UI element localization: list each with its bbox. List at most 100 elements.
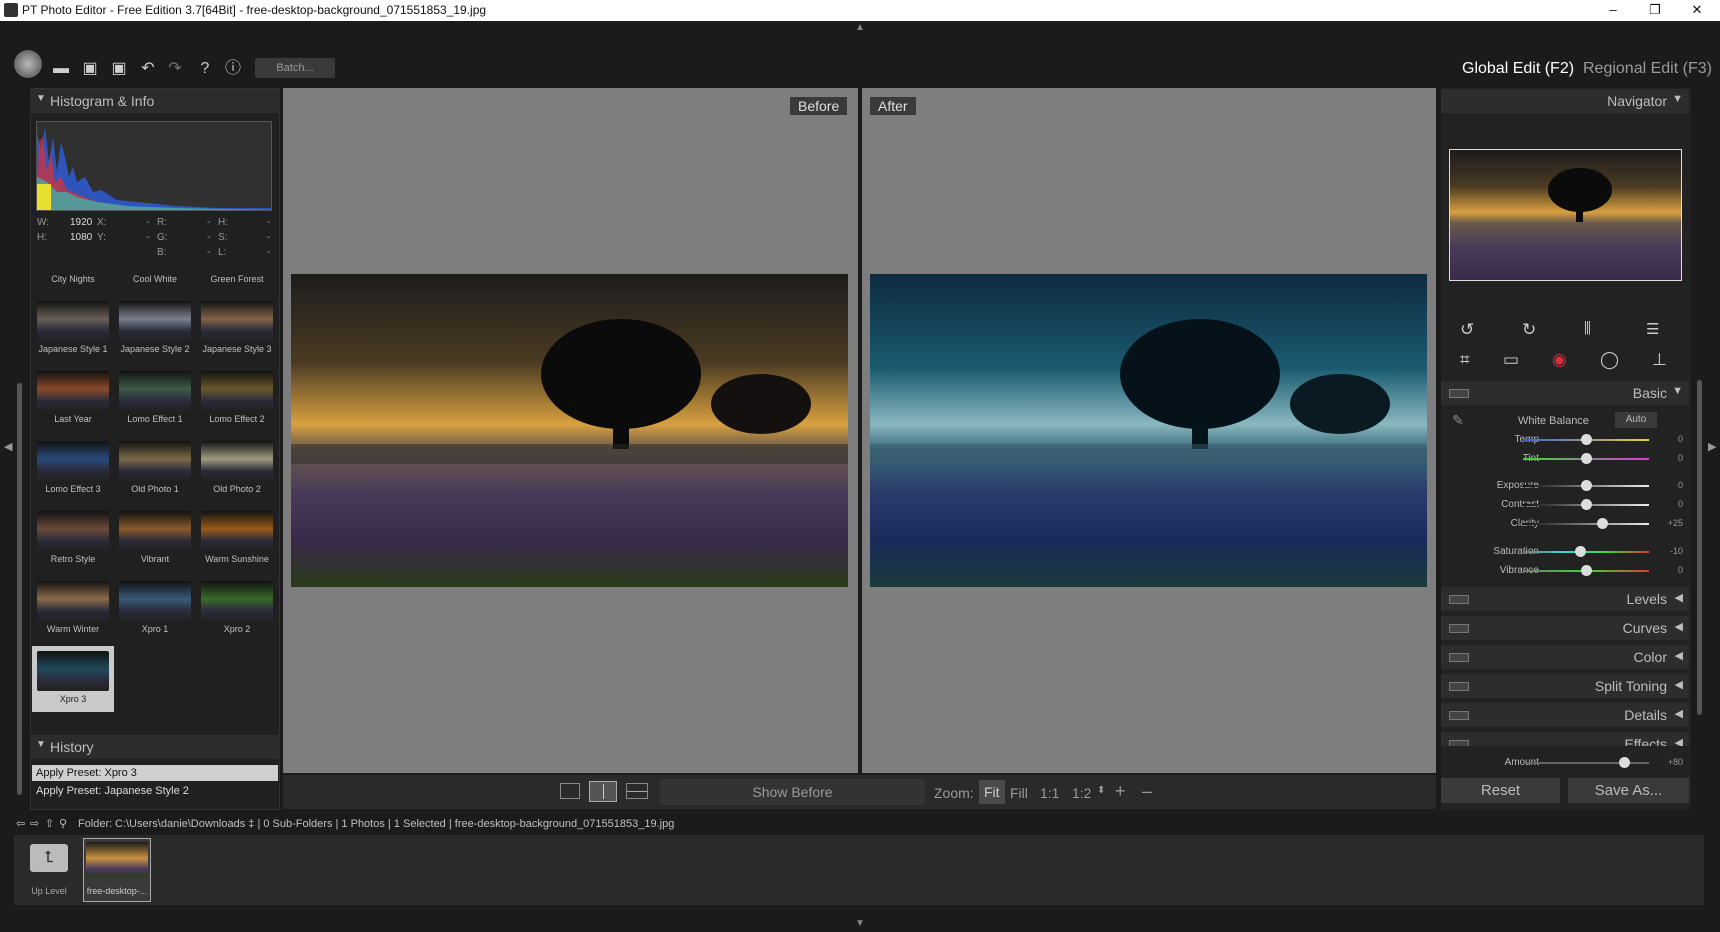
split-view-icon[interactable] (589, 781, 617, 802)
redo-icon[interactable]: ↷ (164, 58, 186, 80)
minimize-button[interactable]: – (1590, 0, 1636, 21)
flip-vertical-icon[interactable]: ☰ (1646, 320, 1659, 338)
zoom-1-1-button[interactable]: 1:1 (1040, 785, 1059, 801)
amount-track[interactable] (1523, 762, 1649, 764)
slider-knob[interactable] (1596, 518, 1608, 529)
single-view-icon[interactable] (560, 783, 580, 799)
collapse-left-icon[interactable]: ◀ (4, 440, 12, 453)
stacked-view-icon[interactable] (626, 783, 648, 799)
red-eye-icon[interactable]: ◉ (1552, 350, 1567, 370)
slider-temp[interactable]: Temp0 (1441, 431, 1689, 449)
rotate-right-icon[interactable]: ↻ (1522, 320, 1536, 340)
flip-horizontal-icon[interactable]: ⫼ (1584, 320, 1591, 337)
preset-item[interactable]: Warm Winter (32, 576, 114, 642)
vignette-icon[interactable]: ◯ (1600, 350, 1619, 370)
save-as-icon[interactable]: ▣ (108, 58, 130, 80)
batch-button[interactable]: Batch... (255, 58, 335, 78)
preset-item[interactable]: Japanese Style 3 (196, 296, 278, 362)
show-before-button[interactable]: Show Before (660, 779, 925, 805)
section-toggle[interactable] (1449, 740, 1469, 746)
preset-item[interactable]: Green Forest (196, 270, 278, 292)
preset-item[interactable]: Cool White (114, 270, 196, 292)
slider-clarity[interactable]: Clarity+25 (1441, 515, 1689, 533)
effects-amount-slider[interactable]: Amount +80 (1441, 754, 1689, 772)
save-as-button[interactable]: Save As... (1568, 778, 1689, 803)
preset-item[interactable]: Last Year (32, 366, 114, 432)
zoom-out-button[interactable]: – (1142, 781, 1152, 802)
rotate-left-icon[interactable]: ↺ (1460, 320, 1474, 340)
preset-item[interactable]: Japanese Style 1 (32, 296, 114, 362)
slider-knob[interactable] (1574, 546, 1586, 557)
preset-item[interactable]: Warm Sunshine (196, 506, 278, 572)
up-icon[interactable]: ⇧ (45, 817, 54, 830)
section-levels[interactable]: Levels ◀ (1441, 587, 1689, 611)
basic-header[interactable]: Basic ▼ (1441, 381, 1689, 405)
basic-toggle[interactable] (1449, 389, 1469, 398)
close-button[interactable]: ✕ (1674, 0, 1720, 21)
amount-knob[interactable] (1618, 757, 1630, 768)
zoom-stepper-icon[interactable]: ⬍ (1097, 785, 1105, 796)
crop-icon[interactable]: ⌗ (1460, 350, 1470, 370)
zoom-1-2-button[interactable]: 1:2 (1072, 785, 1091, 801)
right-scrollbar[interactable] (1697, 380, 1702, 715)
section-toggle[interactable] (1449, 682, 1469, 691)
straighten-icon[interactable]: ▭ (1503, 350, 1519, 370)
undo-icon[interactable]: ↶ (137, 58, 159, 80)
preset-item[interactable]: Old Photo 1 (114, 436, 196, 502)
section-toggle[interactable] (1449, 653, 1469, 662)
preset-item[interactable]: Lomo Effect 2 (196, 366, 278, 432)
up-level-item[interactable]: ⮤ Up Level (26, 842, 72, 896)
collapse-right-icon[interactable]: ▶ (1708, 440, 1716, 453)
section-toggle[interactable] (1449, 595, 1469, 604)
open-folder-icon[interactable]: ▬ (50, 58, 72, 80)
slider-exposure[interactable]: Exposure 0 (1441, 477, 1689, 495)
preset-item[interactable]: Retro Style (32, 506, 114, 572)
slider-knob[interactable] (1581, 565, 1592, 576)
slider-track[interactable] (1523, 523, 1649, 525)
info-icon[interactable]: ⓘ (222, 58, 244, 80)
clone-stamp-icon[interactable]: ⊥ (1652, 350, 1667, 370)
zoom-in-button[interactable]: + (1115, 781, 1126, 802)
preset-item[interactable]: City Nights (32, 270, 114, 292)
search-icon[interactable]: ⚲ (59, 817, 67, 830)
preset-item[interactable]: Japanese Style 2 (114, 296, 196, 362)
folder-path[interactable]: C:\Users\danie\Downloads ‡ | 0 Sub-Folde… (115, 818, 674, 830)
slider-knob[interactable] (1581, 480, 1592, 491)
auto-white-balance-button[interactable]: Auto (1615, 412, 1657, 428)
slider-knob[interactable] (1581, 434, 1592, 445)
section-color[interactable]: Color ◀ (1441, 645, 1689, 669)
histogram-header[interactable]: ▼ Histogram & Info (30, 89, 280, 113)
section-effects[interactable]: Effects ◀ (1441, 732, 1689, 746)
slider-knob[interactable] (1581, 499, 1592, 510)
help-icon[interactable]: ? (194, 58, 216, 80)
back-icon[interactable]: ⇦ (16, 817, 25, 830)
maximize-button[interactable]: ❐ (1632, 0, 1678, 21)
collapse-top-icon[interactable]: ▲ (855, 22, 865, 33)
collapse-bottom-icon[interactable]: ▼ (855, 918, 865, 929)
zoom-fill-button[interactable]: Fill (1010, 785, 1028, 801)
navigator-thumbnail[interactable] (1449, 149, 1682, 281)
section-toggle[interactable] (1449, 624, 1469, 633)
left-scrollbar[interactable] (17, 383, 22, 795)
preset-item[interactable]: Xpro 2 (196, 576, 278, 642)
history-item[interactable]: Apply Preset: Japanese Style 2 (32, 783, 278, 799)
section-split-toning[interactable]: Split Toning ◀ (1441, 674, 1689, 698)
forward-icon[interactable]: ⇨ (30, 817, 39, 830)
preset-item[interactable]: Xpro 3 (32, 646, 114, 712)
slider-knob[interactable] (1581, 453, 1592, 464)
slider-vibrance[interactable]: Vibrance 0 (1441, 562, 1689, 580)
section-curves[interactable]: Curves ◀ (1441, 616, 1689, 640)
tab-global-edit[interactable]: Global Edit (F2) (1462, 60, 1574, 78)
tab-regional-edit[interactable]: Regional Edit (F3) (1583, 60, 1712, 78)
history-item[interactable]: Apply Preset: Xpro 3 (32, 765, 278, 781)
reset-button[interactable]: Reset (1441, 778, 1560, 803)
slider-contrast[interactable]: Contrast 0 (1441, 496, 1689, 514)
preset-item[interactable]: Old Photo 2 (196, 436, 278, 502)
section-details[interactable]: Details ◀ (1441, 703, 1689, 727)
slider-saturation[interactable]: Saturation -10 (1441, 543, 1689, 561)
eyedropper-icon[interactable]: ✎ (1452, 412, 1464, 429)
slider-tint[interactable]: Tint0 (1441, 450, 1689, 468)
preset-item[interactable]: Xpro 1 (114, 576, 196, 642)
filmstrip-photo[interactable]: free-desktop-... (83, 838, 151, 902)
history-header[interactable]: ▼ History (30, 735, 280, 759)
